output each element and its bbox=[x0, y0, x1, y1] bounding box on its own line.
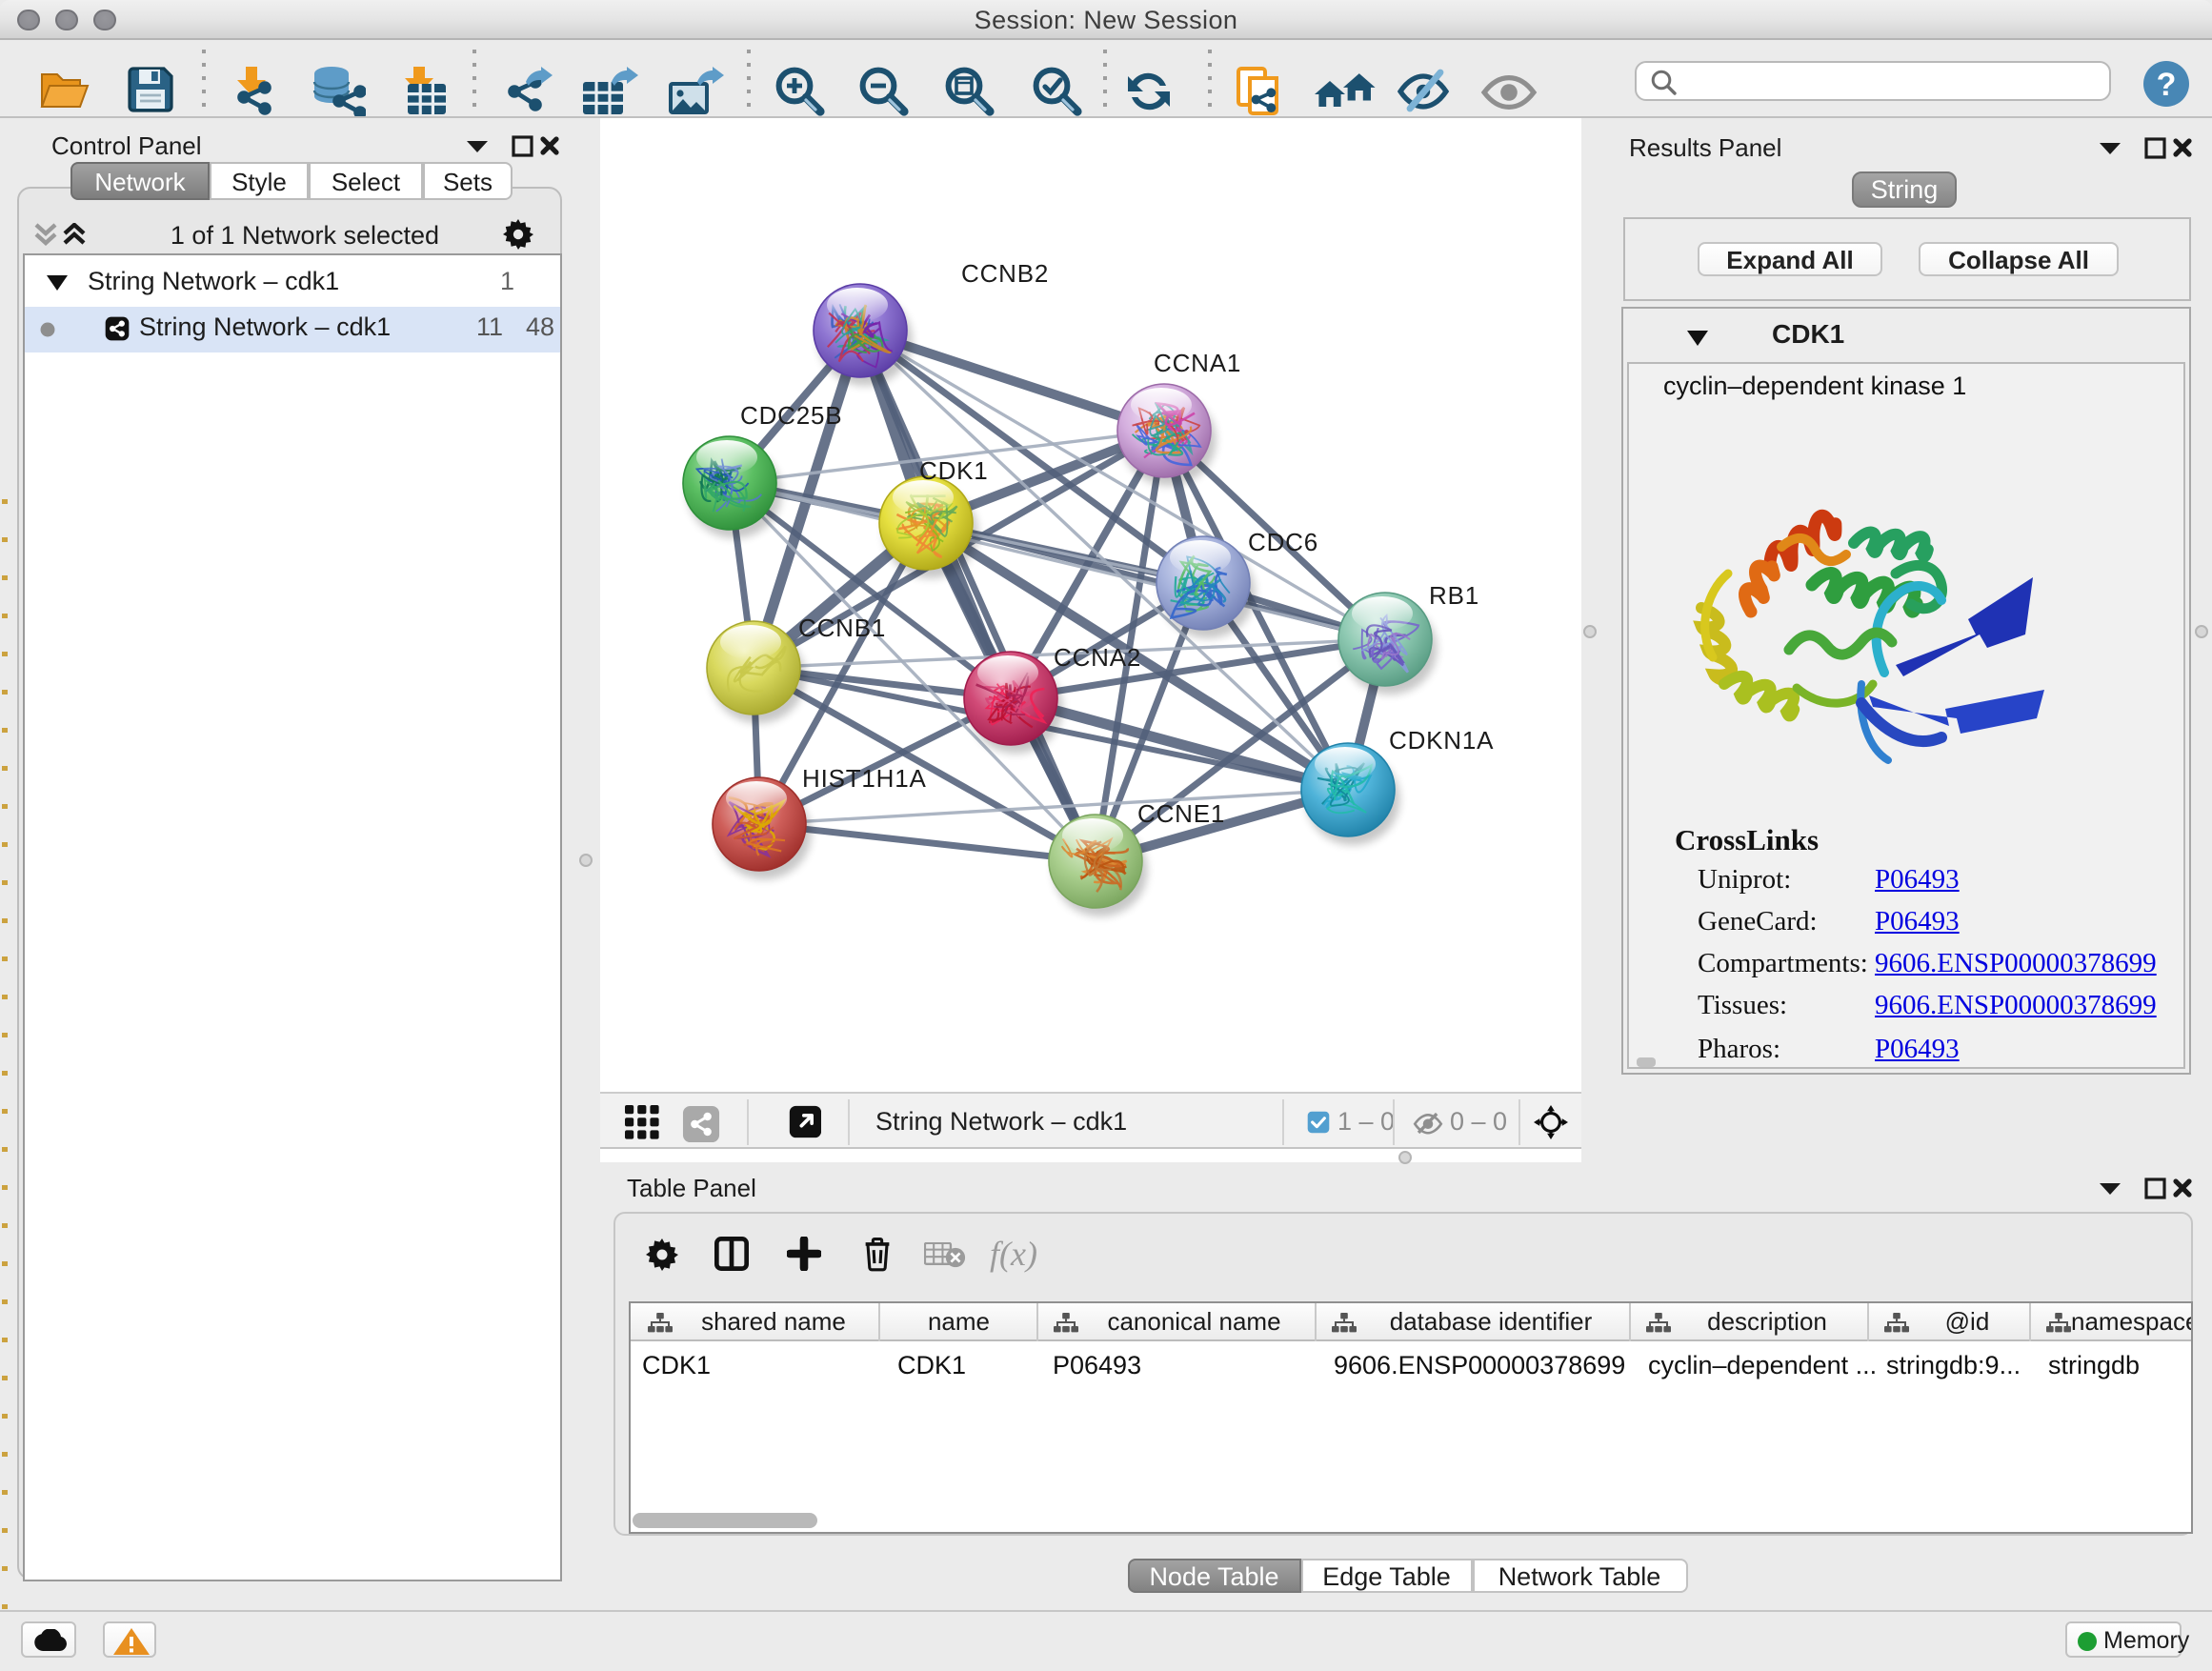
svg-text:HIST1H1A: HIST1H1A bbox=[802, 764, 927, 793]
svg-text:CDC6: CDC6 bbox=[1248, 528, 1318, 556]
svg-text:CCNA1: CCNA1 bbox=[1154, 349, 1241, 377]
svg-text:CDKN1A: CDKN1A bbox=[1389, 726, 1494, 755]
svg-text:CCNA2: CCNA2 bbox=[1054, 643, 1141, 672]
svg-text:CDC25B: CDC25B bbox=[740, 401, 842, 430]
svg-text:CCNB2: CCNB2 bbox=[961, 259, 1049, 288]
svg-text:?: ? bbox=[2157, 67, 2177, 103]
svg-text:CCNB1: CCNB1 bbox=[798, 614, 886, 642]
svg-text:CDK1: CDK1 bbox=[919, 456, 989, 485]
svg-text:CCNE1: CCNE1 bbox=[1137, 799, 1225, 828]
svg-text:RB1: RB1 bbox=[1429, 581, 1479, 610]
